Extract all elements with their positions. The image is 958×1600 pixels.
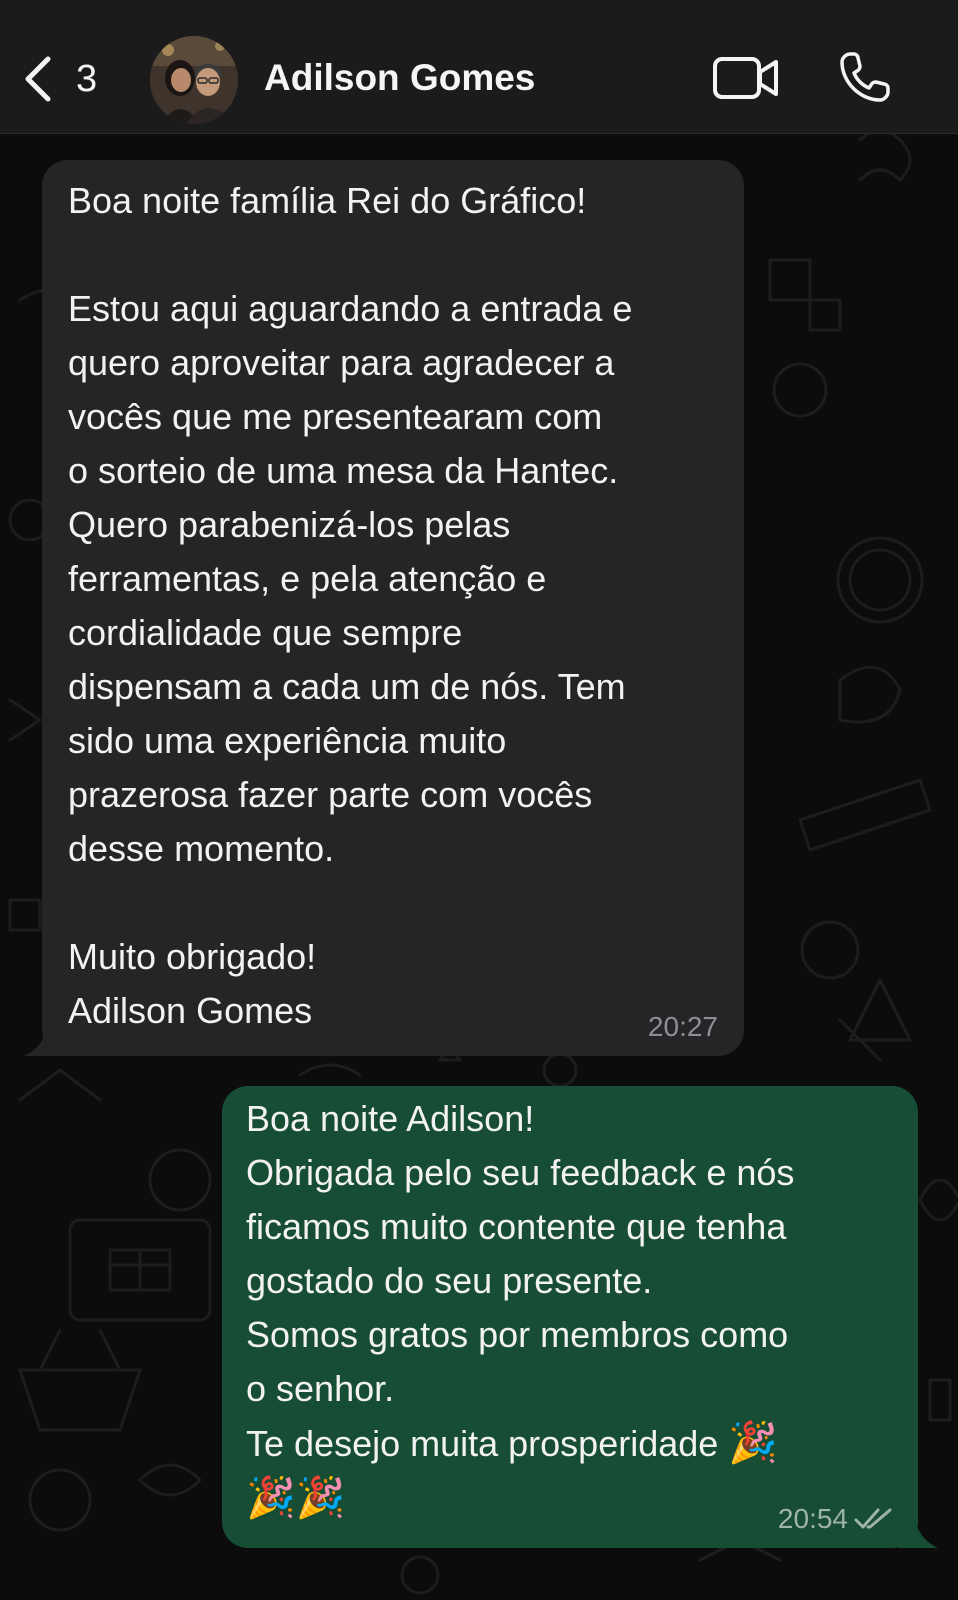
incoming-message[interactable]: Boa noite família Rei do Gráfico! Estou … <box>42 160 744 1056</box>
message-time: 20:27 <box>647 1011 718 1042</box>
party-popper-icon: 🎉 <box>728 1421 779 1465</box>
message-text: Boa noite Adilson! Obrigada pelo seu fee… <box>246 1092 888 1526</box>
party-popper-icon: 🎉 <box>246 1476 296 1520</box>
phone-icon[interactable] <box>838 50 892 104</box>
video-camera-icon[interactable] <box>712 54 780 102</box>
double-check-icon <box>854 1508 892 1529</box>
message-time: 20:54 <box>777 1503 848 1534</box>
party-popper-icon: 🎉 <box>295 1476 346 1520</box>
message-text: Boa noite família Rei do Gráfico! Estou … <box>68 180 633 1031</box>
avatar[interactable] <box>150 36 238 124</box>
contact-name[interactable]: Adilson Gomes <box>264 56 535 100</box>
outgoing-message[interactable]: Boa noite Adilson! Obrigada pelo seu fee… <box>222 1086 918 1548</box>
unread-count: 3 <box>76 58 98 100</box>
chat-header: 3 Adilson Gomes <box>0 0 958 134</box>
avatar-photo <box>150 36 238 124</box>
back-button[interactable]: 3 <box>18 44 97 114</box>
chevron-left-icon <box>25 56 51 102</box>
message-body: Boa noite Adilson! Obrigada pelo seu fee… <box>246 1098 795 1464</box>
